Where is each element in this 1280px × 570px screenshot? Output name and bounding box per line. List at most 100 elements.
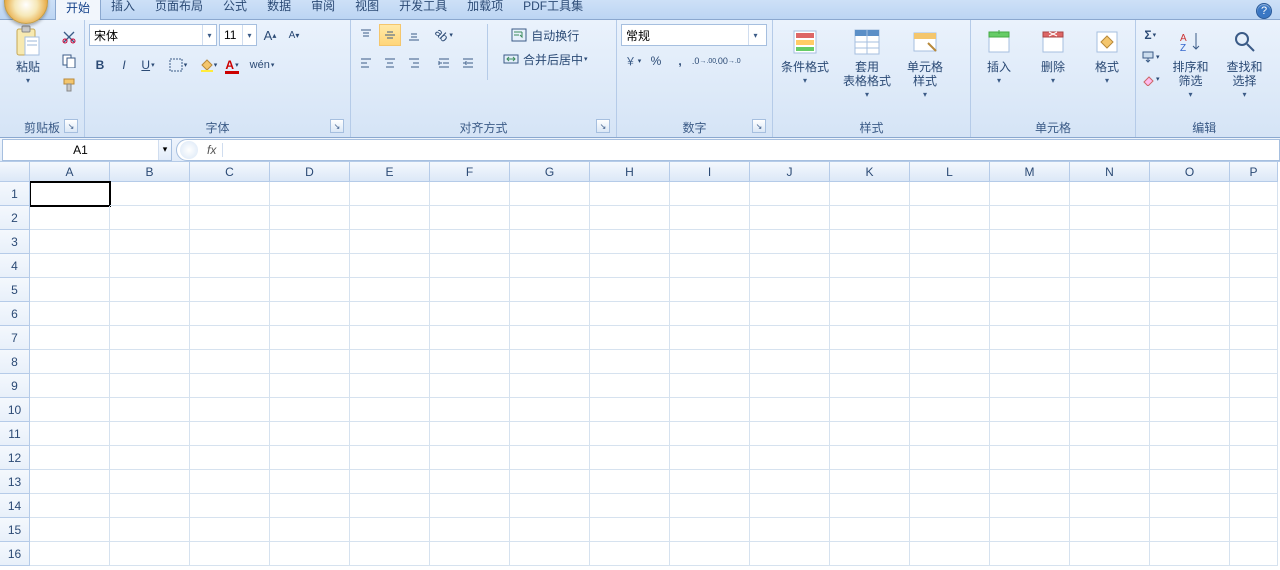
cell[interactable] (590, 374, 670, 398)
cell[interactable] (350, 230, 430, 254)
cell[interactable] (590, 446, 670, 470)
cell[interactable] (590, 230, 670, 254)
cell[interactable] (30, 182, 110, 206)
cell[interactable] (1150, 326, 1230, 350)
bold-button[interactable]: B (89, 54, 111, 76)
cell[interactable] (510, 302, 590, 326)
cell[interactable] (350, 470, 430, 494)
align-left-button[interactable] (355, 52, 377, 74)
delete-cells-button[interactable]: 删除▾ (1029, 24, 1077, 87)
cell[interactable] (830, 206, 910, 230)
cell[interactable] (190, 422, 270, 446)
cell[interactable] (830, 302, 910, 326)
column-header[interactable]: E (350, 162, 430, 182)
row-header[interactable]: 14 (0, 494, 30, 518)
paste-button[interactable]: 粘贴 ▾ (4, 24, 52, 87)
cell[interactable] (1070, 542, 1150, 566)
cell[interactable] (110, 278, 190, 302)
font-launcher[interactable]: ↘ (330, 119, 344, 133)
cell[interactable] (190, 182, 270, 206)
tab-3[interactable]: 公式 (213, 0, 257, 19)
row-header[interactable]: 9 (0, 374, 30, 398)
cell[interactable] (990, 254, 1070, 278)
cell[interactable] (30, 302, 110, 326)
cell[interactable] (1230, 278, 1278, 302)
column-header[interactable]: H (590, 162, 670, 182)
align-right-button[interactable] (403, 52, 425, 74)
cell[interactable] (750, 494, 830, 518)
cell[interactable] (110, 350, 190, 374)
cell[interactable] (1150, 278, 1230, 302)
cell[interactable] (910, 254, 990, 278)
cell[interactable] (1230, 470, 1278, 494)
row-header[interactable]: 16 (0, 542, 30, 566)
cell[interactable] (430, 278, 510, 302)
cell[interactable] (1070, 206, 1150, 230)
cell[interactable] (350, 374, 430, 398)
cell[interactable] (190, 206, 270, 230)
cell[interactable] (430, 422, 510, 446)
cell[interactable] (1150, 422, 1230, 446)
merge-center-button[interactable]: 合并后居中▾ (496, 48, 595, 70)
cell[interactable] (270, 422, 350, 446)
cell[interactable] (30, 542, 110, 566)
row-header[interactable]: 12 (0, 446, 30, 470)
cell[interactable] (190, 326, 270, 350)
cell[interactable] (270, 350, 350, 374)
tab-0[interactable]: 开始 (55, 0, 101, 20)
cell[interactable] (190, 350, 270, 374)
decrease-indent-button[interactable] (433, 52, 455, 74)
cell[interactable] (1070, 470, 1150, 494)
conditional-format-button[interactable]: 条件格式▾ (777, 24, 833, 87)
cell[interactable] (110, 470, 190, 494)
cell[interactable] (910, 302, 990, 326)
cell[interactable] (670, 254, 750, 278)
cell[interactable] (430, 494, 510, 518)
column-header[interactable]: B (110, 162, 190, 182)
cell[interactable] (270, 326, 350, 350)
cell[interactable] (910, 494, 990, 518)
cell[interactable] (190, 494, 270, 518)
cell[interactable] (750, 446, 830, 470)
row-header[interactable]: 5 (0, 278, 30, 302)
cell[interactable] (750, 278, 830, 302)
cell[interactable] (110, 302, 190, 326)
row-header[interactable]: 4 (0, 254, 30, 278)
cell[interactable] (270, 302, 350, 326)
cell[interactable] (510, 494, 590, 518)
cell[interactable] (510, 470, 590, 494)
cell[interactable] (30, 470, 110, 494)
cell[interactable] (750, 470, 830, 494)
align-center-button[interactable] (379, 52, 401, 74)
cell[interactable] (430, 182, 510, 206)
cell[interactable] (830, 542, 910, 566)
cell[interactable] (190, 374, 270, 398)
cell[interactable] (910, 230, 990, 254)
row-header[interactable]: 13 (0, 470, 30, 494)
cell[interactable] (350, 542, 430, 566)
cell[interactable] (590, 350, 670, 374)
cell[interactable] (830, 398, 910, 422)
cell[interactable] (190, 230, 270, 254)
cell[interactable] (670, 398, 750, 422)
cell[interactable] (110, 494, 190, 518)
cell[interactable] (1150, 374, 1230, 398)
cell[interactable] (510, 374, 590, 398)
cell[interactable] (1150, 494, 1230, 518)
cell[interactable] (510, 278, 590, 302)
comma-button[interactable]: , (669, 50, 691, 72)
cell[interactable] (430, 230, 510, 254)
cell[interactable] (830, 518, 910, 542)
cell[interactable] (190, 470, 270, 494)
cell[interactable] (670, 446, 750, 470)
cell[interactable] (670, 230, 750, 254)
cell[interactable] (30, 326, 110, 350)
cell[interactable] (750, 398, 830, 422)
cell[interactable] (510, 230, 590, 254)
cell[interactable] (510, 542, 590, 566)
cell[interactable] (1230, 206, 1278, 230)
cell[interactable] (350, 278, 430, 302)
cell[interactable] (1150, 302, 1230, 326)
cell[interactable] (1230, 374, 1278, 398)
cell[interactable] (990, 302, 1070, 326)
